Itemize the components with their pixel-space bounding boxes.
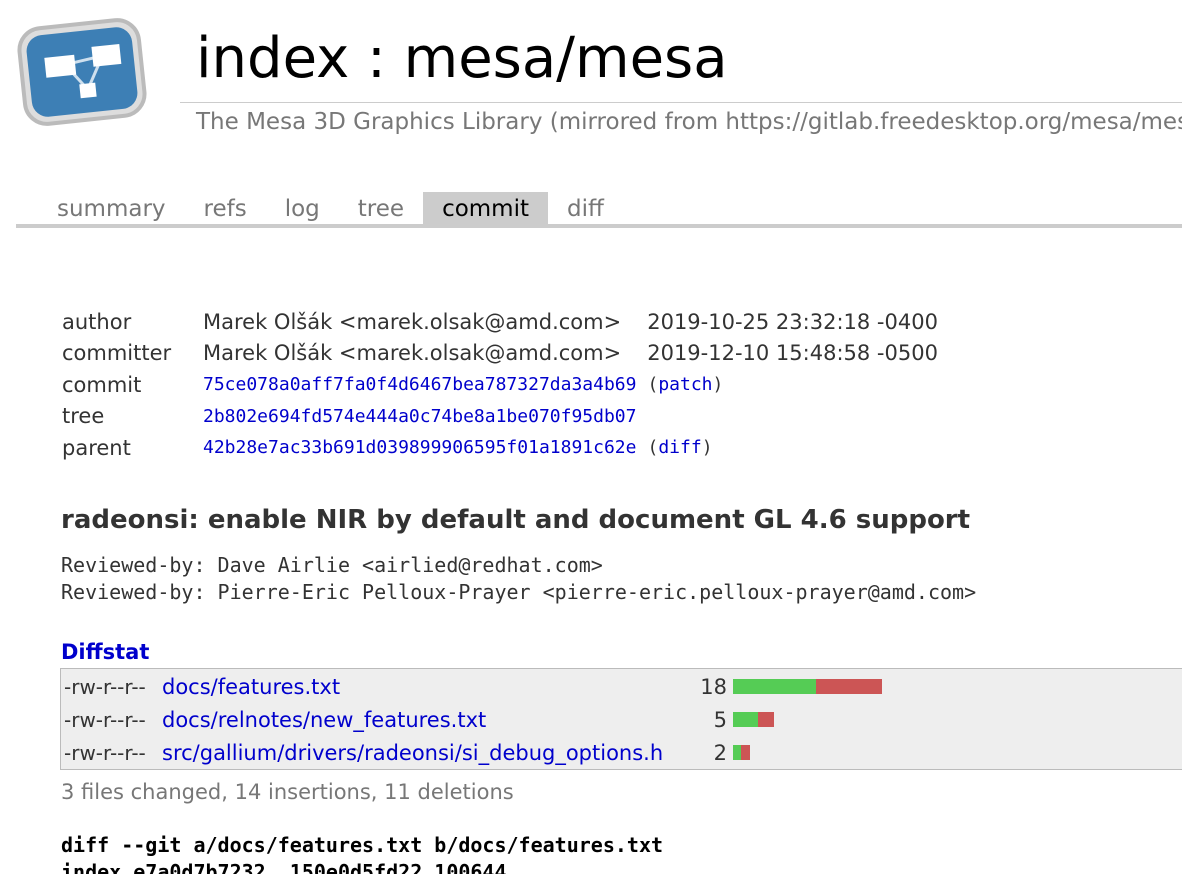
- parent-row: parent 42b28e7ac33b691d039899906595f01a1…: [62, 432, 938, 464]
- diff-index-line: index e7a0d7b7232..150e0d5fd22 100644: [61, 860, 507, 874]
- file-link[interactable]: src/gallium/drivers/radeonsi/si_debug_op…: [162, 741, 663, 765]
- committer-date: 2019-12-10 15:48:58 -0500: [647, 341, 938, 366]
- tab-refs[interactable]: refs: [185, 192, 266, 225]
- tab-summary[interactable]: summary: [38, 192, 185, 225]
- tab-bar: summary refs log tree commit diff: [38, 192, 623, 225]
- change-graph: [733, 679, 883, 694]
- header-divider: [180, 102, 1182, 103]
- diffstat-table: -rw-r--r-- docs/features.txt 18 -rw-r--r…: [60, 668, 1182, 770]
- diff-paren: (diff): [647, 437, 713, 459]
- tab-commit[interactable]: commit: [423, 192, 548, 225]
- change-count: 18: [700, 674, 727, 699]
- author-date: 2019-10-25 23:32:18 -0400: [647, 309, 938, 334]
- deletions-bar: [757, 712, 775, 727]
- insertions-bar: [733, 679, 816, 694]
- logo-icon: [17, 18, 147, 126]
- repo-description: The Mesa 3D Graphics Library (mirrored f…: [196, 109, 1182, 135]
- tree-row: tree 2b802e694fd574e444a0c74be8a1be070f9…: [62, 401, 938, 433]
- deletions-bar: [816, 679, 883, 694]
- commit-label: commit: [62, 372, 142, 397]
- change-graph: [733, 745, 750, 760]
- tree-hash-link[interactable]: 2b802e694fd574e444a0c74be8a1be070f95db07: [203, 406, 636, 427]
- patch-link[interactable]: patch: [658, 374, 712, 395]
- parent-label: parent: [62, 435, 131, 460]
- diffstat-row: -rw-r--r-- docs/features.txt 18: [61, 670, 1182, 703]
- change-graph: [733, 712, 775, 727]
- page-title: index : mesa/mesa: [196, 26, 728, 91]
- file-mode: -rw-r--r--: [64, 740, 146, 765]
- author-label: author: [62, 309, 132, 334]
- change-count: 5: [713, 707, 727, 732]
- patch-paren: (patch): [647, 374, 724, 396]
- file-mode: -rw-r--r--: [64, 707, 146, 732]
- file-link[interactable]: docs/relnotes/new_features.txt: [162, 708, 486, 732]
- deletions-bar: [741, 745, 750, 760]
- tab-bar-divider: [16, 224, 1182, 228]
- commit-message: Reviewed-by: Dave Airlie <airlied@redhat…: [61, 553, 977, 604]
- committer-value: Marek Olšák <marek.olsak@amd.com>: [203, 341, 622, 366]
- file-link[interactable]: docs/features.txt: [162, 675, 340, 699]
- cgit-logo[interactable]: [16, 18, 148, 128]
- author-value: Marek Olšák <marek.olsak@amd.com>: [203, 309, 622, 334]
- committer-label: committer: [62, 341, 172, 366]
- commit-row: commit 75ce078a0aff7fa0f4d6467bea787327d…: [62, 369, 938, 401]
- parent-diff-link[interactable]: diff: [658, 437, 701, 458]
- author-row: author Marek Olšák <marek.olsak@amd.com>…: [62, 306, 938, 338]
- insertions-bar: [733, 712, 758, 727]
- insertions-bar: [733, 745, 742, 760]
- diffstat-row: -rw-r--r-- docs/relnotes/new_features.tx…: [61, 703, 1182, 736]
- cgit-commit-page: index : mesa/mesa The Mesa 3D Graphics L…: [0, 0, 1182, 874]
- parent-hash-link[interactable]: 42b28e7ac33b691d039899906595f01a1891c62e: [203, 437, 636, 458]
- diff-git-line: diff --git a/docs/features.txt b/docs/fe…: [61, 833, 664, 857]
- tree-label: tree: [62, 404, 105, 429]
- change-count: 2: [713, 740, 727, 765]
- file-mode: -rw-r--r--: [64, 674, 146, 699]
- diffstat-row: -rw-r--r-- src/gallium/drivers/radeonsi/…: [61, 736, 1182, 769]
- diffstat-header-link[interactable]: Diffstat: [61, 640, 149, 664]
- committer-row: committer Marek Olšák <marek.olsak@amd.c…: [62, 338, 938, 370]
- tab-log[interactable]: log: [266, 192, 339, 225]
- commit-hash-link[interactable]: 75ce078a0aff7fa0f4d6467bea787327da3a4b69: [203, 374, 636, 395]
- commit-info-table: author Marek Olšák <marek.olsak@amd.com>…: [62, 306, 938, 464]
- tab-tree[interactable]: tree: [339, 192, 423, 225]
- commit-subject: radeonsi: enable NIR by default and docu…: [61, 505, 971, 535]
- diffstat-summary: 3 files changed, 14 insertions, 11 delet…: [61, 780, 514, 804]
- diff-header: diff --git a/docs/features.txt b/docs/fe…: [61, 832, 663, 874]
- tab-diff[interactable]: diff: [548, 192, 623, 225]
